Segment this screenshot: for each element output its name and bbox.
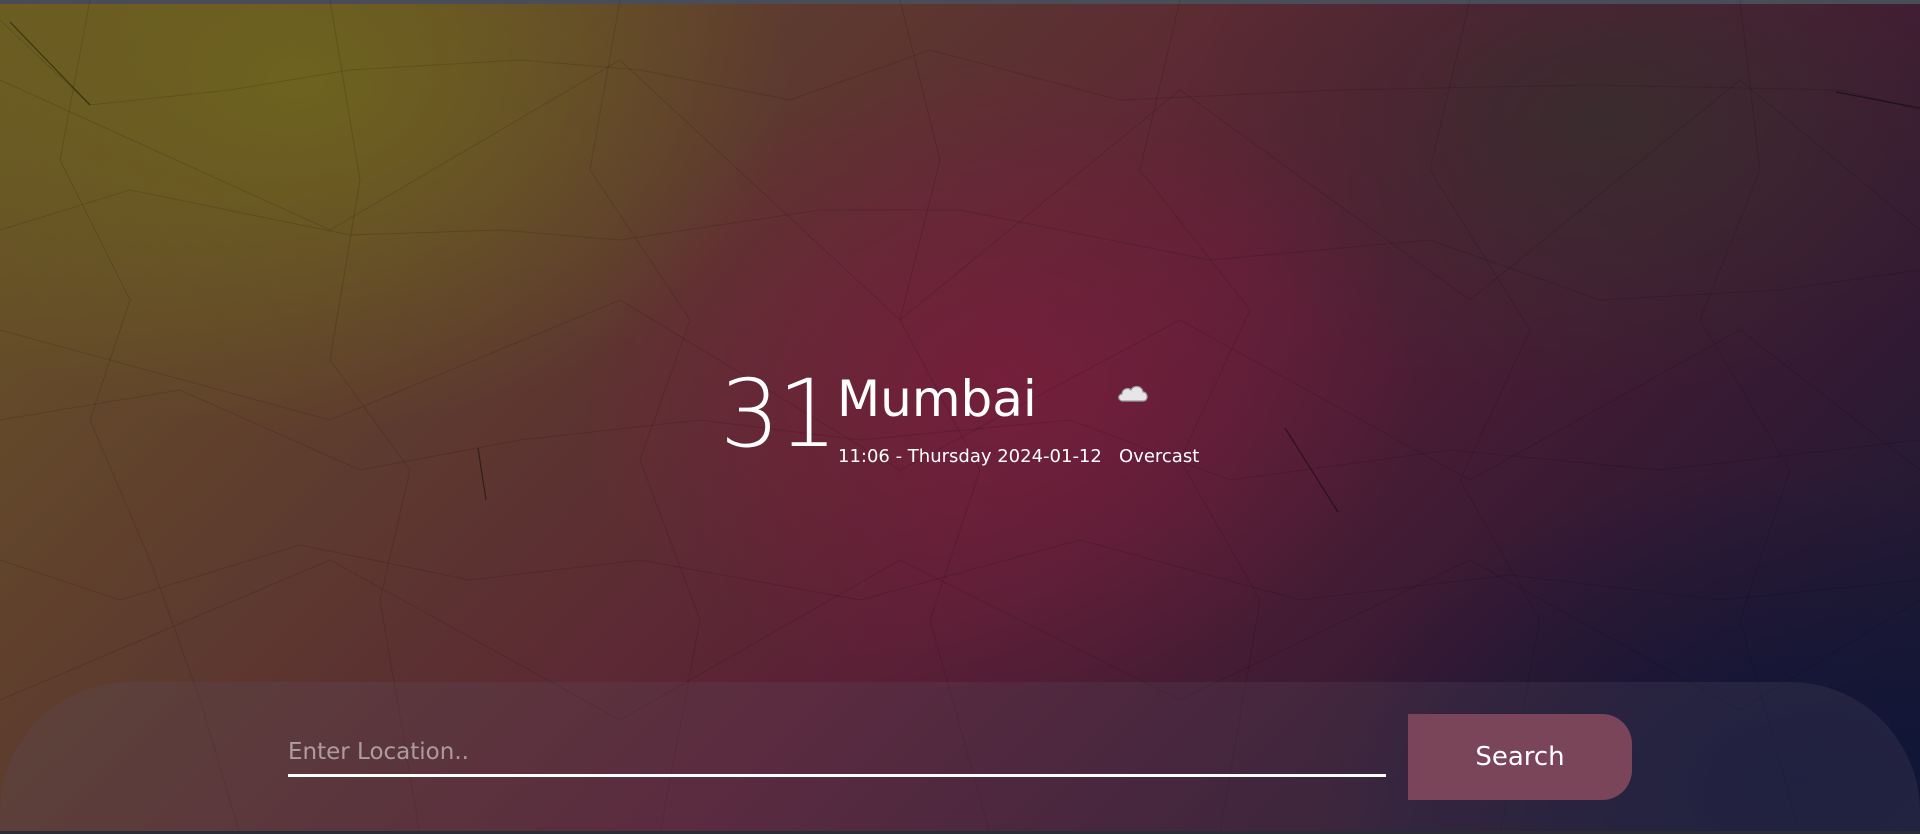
weather-app: 31 Mumbai 11:06 - Thursday 2024-01-12 Ov…	[0, 0, 1920, 834]
search-button[interactable]: Search	[1408, 714, 1632, 800]
location-search-input[interactable]	[288, 730, 1386, 777]
temperature: 31	[720, 360, 838, 469]
city-name: Mumbai	[837, 370, 1037, 428]
cloud-icon	[1118, 385, 1148, 402]
date-time: 11:06 - Thursday 2024-01-12	[838, 446, 1102, 467]
weather-condition: Overcast	[1119, 446, 1200, 467]
